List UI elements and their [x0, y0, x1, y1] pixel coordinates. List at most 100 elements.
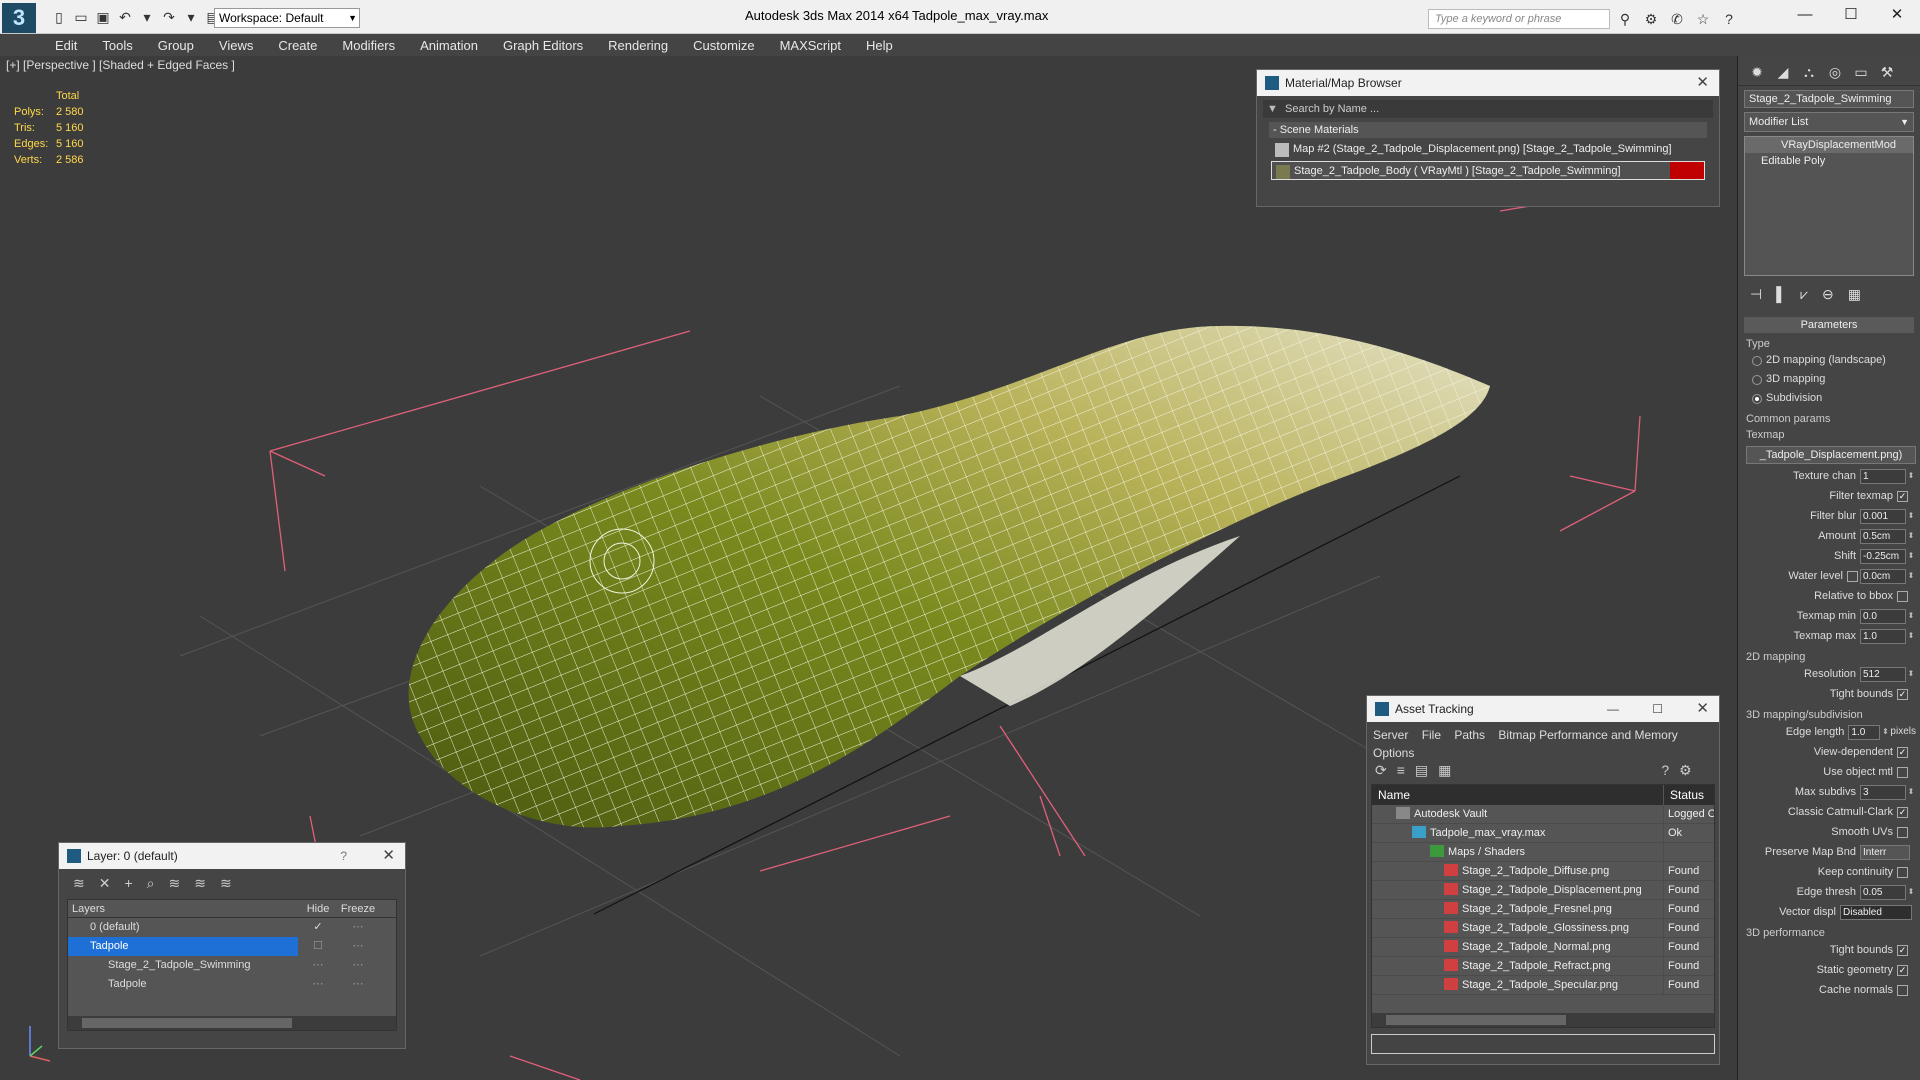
select-in-layer-icon[interactable]: ⌕	[147, 875, 155, 891]
redo-icon[interactable]: ↷	[160, 8, 178, 26]
spinner-arrows-icon[interactable]: ⬍	[1906, 466, 1916, 486]
tadpole-mesh[interactable]	[408, 325, 1491, 828]
texture-chan-spinner[interactable]: 1	[1860, 468, 1906, 484]
static-geometry-checkbox[interactable]: ✓	[1897, 964, 1908, 976]
scene-materials-section[interactable]: - Scene Materials	[1269, 122, 1707, 138]
new-file-icon[interactable]: ▯	[50, 8, 68, 26]
layer-panel-titlebar[interactable]: Layer: 0 (default) ? ✕	[59, 843, 405, 869]
radio-subdivision[interactable]: Subdivision	[1746, 389, 1916, 408]
menu-create[interactable]: Create	[278, 38, 317, 53]
vector-displ-dropdown[interactable]: Disabled	[1840, 904, 1912, 920]
table-view-icon[interactable]: ▦	[1438, 762, 1451, 780]
asset-menu-bitmap[interactable]: Bitmap Performance and Memory	[1498, 728, 1677, 742]
hide-toggle[interactable]: ⋯	[298, 956, 338, 975]
open-file-icon[interactable]: ▭	[72, 8, 90, 26]
spinner-arrows-icon[interactable]: ⬍	[1906, 882, 1916, 902]
asset-menu-options[interactable]: Options	[1373, 746, 1414, 760]
filter-blur-spinner[interactable]: 0.001	[1860, 508, 1906, 524]
col-freeze[interactable]: Freeze	[338, 900, 378, 917]
remove-modifier-icon[interactable]: ⊖	[1822, 286, 1834, 303]
scroll-thumb[interactable]	[1386, 1015, 1566, 1025]
table-row[interactable]: Maps / Shaders	[1372, 843, 1714, 862]
filter-texmap-checkbox[interactable]: ✓	[1897, 490, 1908, 502]
hierarchy-tab-icon[interactable]: ⛬	[1798, 62, 1820, 82]
layer-scrollbar[interactable]	[68, 1016, 396, 1030]
viewport-label[interactable]: [+] [Perspective ] [Shaded + Edged Faces…	[6, 58, 235, 72]
help-icon[interactable]: ?	[1720, 10, 1738, 28]
asset-scrollbar[interactable]	[1372, 1013, 1714, 1027]
col-status[interactable]: Status	[1664, 785, 1704, 805]
motion-tab-icon[interactable]: ◎	[1824, 62, 1846, 82]
edge-thresh-spinner[interactable]: 0.05	[1860, 884, 1906, 900]
table-row[interactable]: Autodesk Vault Logged Out	[1372, 805, 1714, 824]
pin-stack-icon[interactable]: ⊣	[1750, 286, 1762, 303]
communication-icon[interactable]: ✆	[1668, 10, 1686, 28]
object-name-field[interactable]: Stage_2_Tadpole_Swimming	[1744, 90, 1914, 108]
asset-status-field[interactable]	[1371, 1034, 1715, 1054]
freeze-toggle[interactable]: ⋯	[338, 937, 378, 956]
material-browser-titlebar[interactable]: Material/Map Browser ✕	[1257, 70, 1719, 96]
spinner-arrows-icon[interactable]: ⬍	[1906, 664, 1916, 684]
layer-row[interactable]: 0 (default) ✓ ⋯	[68, 918, 396, 937]
hide-toggle[interactable]: ⋯	[298, 975, 338, 994]
close-icon[interactable]: ✕	[1874, 0, 1920, 30]
save-icon[interactable]: ▣	[94, 8, 112, 26]
subscription-icon[interactable]: ⚙	[1642, 10, 1660, 28]
asset-menu-server[interactable]: Server	[1373, 728, 1408, 742]
table-row[interactable]: Stage_2_Tadpole_Displacement.png Found	[1372, 881, 1714, 900]
display-tab-icon[interactable]: ▭	[1850, 62, 1872, 82]
spinner-arrows-icon[interactable]: ⬍	[1880, 722, 1890, 742]
spinner-arrows-icon[interactable]: ⬍	[1906, 506, 1916, 526]
keep-continuity-checkbox[interactable]	[1897, 866, 1908, 878]
show-end-result-icon[interactable]: ▌	[1776, 286, 1786, 303]
spinner-arrows-icon[interactable]: ⬍	[1906, 606, 1916, 626]
table-row[interactable]: Stage_2_Tadpole_Specular.png Found	[1372, 976, 1714, 995]
classic-catmull-checkbox[interactable]: ✓	[1897, 806, 1908, 818]
spinner-arrows-icon[interactable]: ⬍	[1906, 782, 1916, 802]
menu-animation[interactable]: Animation	[420, 38, 478, 53]
close-icon[interactable]: ✕	[1696, 70, 1709, 96]
minimize-icon[interactable]: —	[1782, 0, 1828, 30]
layer-settings-icon[interactable]: ≋	[73, 875, 85, 891]
asset-menu-file[interactable]: File	[1422, 728, 1441, 742]
workspace-dropdown[interactable]: Workspace: Default ▼	[214, 8, 360, 28]
freeze-all-layers-icon[interactable]: ≋	[220, 875, 232, 891]
col-hide[interactable]: Hide	[298, 900, 338, 917]
asset-tracking-titlebar[interactable]: Asset Tracking — ☐ ✕	[1367, 696, 1719, 722]
preserve-map-dropdown[interactable]: Interr	[1860, 844, 1910, 860]
list-view-icon[interactable]: ≡	[1397, 762, 1405, 780]
undo-icon[interactable]: ↶	[116, 8, 134, 26]
texmap-button[interactable]: _Tadpole_Displacement.png)	[1746, 446, 1916, 464]
options-triangle-icon[interactable]: ▼	[1267, 100, 1278, 118]
help-settings-icon[interactable]: ⚙	[1679, 762, 1692, 780]
menu-modifiers[interactable]: Modifiers	[342, 38, 395, 53]
spinner-arrows-icon[interactable]: ⬍	[1906, 626, 1916, 646]
stack-item-vraydisplacementmod[interactable]: VRayDisplacementMod	[1745, 137, 1913, 153]
water-level-checkbox[interactable]	[1847, 570, 1858, 582]
close-icon[interactable]: ✕	[382, 843, 395, 869]
col-layers[interactable]: Layers	[68, 900, 298, 917]
freeze-toggle[interactable]: ⋯	[338, 918, 378, 937]
freeze-toggle[interactable]: ⋯	[338, 956, 378, 975]
menu-graph-editors[interactable]: Graph Editors	[503, 38, 583, 53]
add-layer-icon[interactable]: +	[124, 875, 132, 891]
menu-edit[interactable]: Edit	[55, 38, 77, 53]
asset-menu-paths[interactable]: Paths	[1454, 728, 1485, 742]
make-unique-icon[interactable]: ⩗	[1800, 286, 1808, 303]
menu-help[interactable]: Help	[866, 38, 893, 53]
resolution-spinner[interactable]: 512	[1860, 666, 1906, 682]
tree-view-icon[interactable]: ▤	[1415, 762, 1428, 780]
help-icon[interactable]: ?	[1661, 762, 1669, 780]
menu-tools[interactable]: Tools	[102, 38, 132, 53]
spinner-arrows-icon[interactable]: ⬍	[1906, 526, 1916, 546]
material-list-item[interactable]: Map #2 (Stage_2_Tadpole_Displacement.png…	[1271, 140, 1705, 159]
layer-row-selected[interactable]: Tadpole ☐ ⋯	[68, 937, 396, 956]
active-layer-check-icon[interactable]: ✓	[298, 918, 338, 937]
cache-normals-checkbox[interactable]	[1897, 984, 1908, 996]
layer-object-row[interactable]: Stage_2_Tadpole_Swimming ⋯ ⋯	[68, 956, 396, 975]
max-subdivs-spinner[interactable]: 3	[1860, 784, 1906, 800]
stack-item-editable-poly[interactable]: Editable Poly	[1745, 153, 1913, 169]
favorites-star-icon[interactable]: ☆	[1694, 10, 1712, 28]
menu-maxscript[interactable]: MAXScript	[780, 38, 841, 53]
menu-customize[interactable]: Customize	[693, 38, 754, 53]
